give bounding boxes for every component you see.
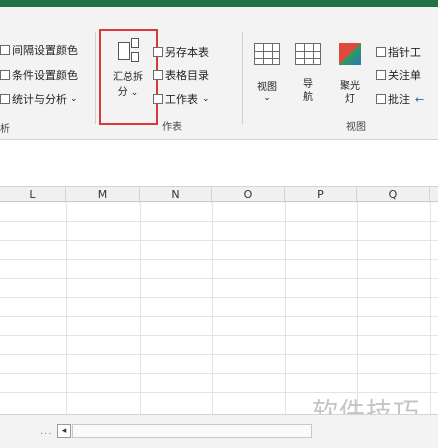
- comment-label: 批注: [388, 93, 410, 106]
- sheet-group-caption: 作表: [162, 122, 182, 133]
- more-sheets-dots[interactable]: ...: [40, 426, 53, 437]
- pointer-icon: [376, 47, 386, 57]
- view-button[interactable]: 视图 ⌄: [250, 43, 284, 103]
- save-sheet-item[interactable]: 另存本表: [153, 44, 209, 60]
- column-header-m[interactable]: M: [66, 187, 140, 203]
- grid-icon: [0, 45, 10, 55]
- column-header-n[interactable]: N: [140, 187, 212, 203]
- highlight-box: [99, 29, 158, 125]
- grid-line: [66, 202, 67, 414]
- stats-analysis-item[interactable]: 统计与分析 ⌄: [0, 91, 78, 107]
- grid-icon: [0, 70, 10, 80]
- pointer-tool-label: 指针工: [388, 46, 421, 59]
- grid-line: [285, 202, 286, 414]
- title-strip: [0, 0, 438, 7]
- chevron-down-icon: ⌄: [263, 93, 271, 103]
- worksheet-label: 工作表: [165, 93, 198, 106]
- column-header-q[interactable]: Q: [357, 187, 430, 203]
- group-divider: [242, 32, 243, 124]
- grid-line: [0, 221, 438, 222]
- spotlight-label: 聚光灯: [340, 81, 360, 105]
- view-group-caption: 视图: [346, 122, 366, 133]
- chevron-down-icon: ⌄: [202, 94, 210, 104]
- grid-line: [0, 316, 438, 317]
- view-grid-icon: [254, 43, 280, 65]
- table-toc-label: 表格目录: [165, 69, 209, 82]
- horizontal-scrollbar[interactable]: [72, 424, 312, 438]
- interval-color-item[interactable]: 间隔设置颜色: [0, 42, 78, 58]
- grid-line: [0, 259, 438, 260]
- arrow-left-icon[interactable]: ←: [415, 93, 424, 106]
- analysis-group-caption: 析: [0, 124, 10, 135]
- comment-item[interactable]: 批注 ←: [376, 91, 424, 107]
- column-header-o[interactable]: O: [212, 187, 285, 203]
- interval-color-label: 间隔设置颜色: [12, 44, 78, 57]
- scroll-left-button[interactable]: ◂: [57, 424, 71, 438]
- grid-line: [212, 202, 213, 414]
- grid-line: [0, 373, 438, 374]
- navigation-button[interactable]: 导航: [292, 43, 324, 104]
- navigation-label: 导航: [303, 79, 313, 103]
- follow-cell-label: 关注单: [388, 69, 421, 82]
- grid-line: [0, 240, 438, 241]
- condition-color-item[interactable]: 条件设置颜色: [0, 67, 78, 83]
- chart-icon: [0, 94, 10, 104]
- save-sheet-label: 另存本表: [165, 46, 209, 59]
- column-header-l[interactable]: L: [0, 187, 66, 203]
- worksheet-item[interactable]: 工作表 ⌄: [153, 91, 210, 107]
- column-header-p[interactable]: P: [285, 187, 357, 203]
- grid-line: [0, 354, 438, 355]
- grid-line: [0, 278, 438, 279]
- view-label: 视图: [257, 82, 277, 93]
- chevron-down-icon: ⌄: [70, 94, 78, 104]
- save-sheet-icon: [153, 47, 163, 57]
- column-header-row: L M N O P Q: [0, 186, 438, 203]
- navigation-grid-icon: [295, 43, 321, 65]
- grid-line: [0, 335, 438, 336]
- group-divider: [95, 32, 96, 124]
- grid-line: [430, 202, 431, 414]
- grid-line: [140, 202, 141, 414]
- grid-line: [357, 202, 358, 414]
- table-toc-item[interactable]: 表格目录: [153, 67, 209, 83]
- spotlight-button[interactable]: 聚光灯: [334, 43, 366, 106]
- condition-color-label: 条件设置颜色: [12, 69, 78, 82]
- spotlight-color-icon: [339, 43, 361, 65]
- stats-analysis-label: 统计与分析: [12, 93, 67, 106]
- comment-icon: [376, 94, 386, 104]
- table-toc-icon: [153, 70, 163, 80]
- follow-icon: [376, 70, 386, 80]
- pointer-tool-item[interactable]: 指针工: [376, 44, 421, 60]
- worksheet-icon: [153, 94, 163, 104]
- follow-cell-item[interactable]: 关注单: [376, 67, 421, 83]
- grid-line: [0, 297, 438, 298]
